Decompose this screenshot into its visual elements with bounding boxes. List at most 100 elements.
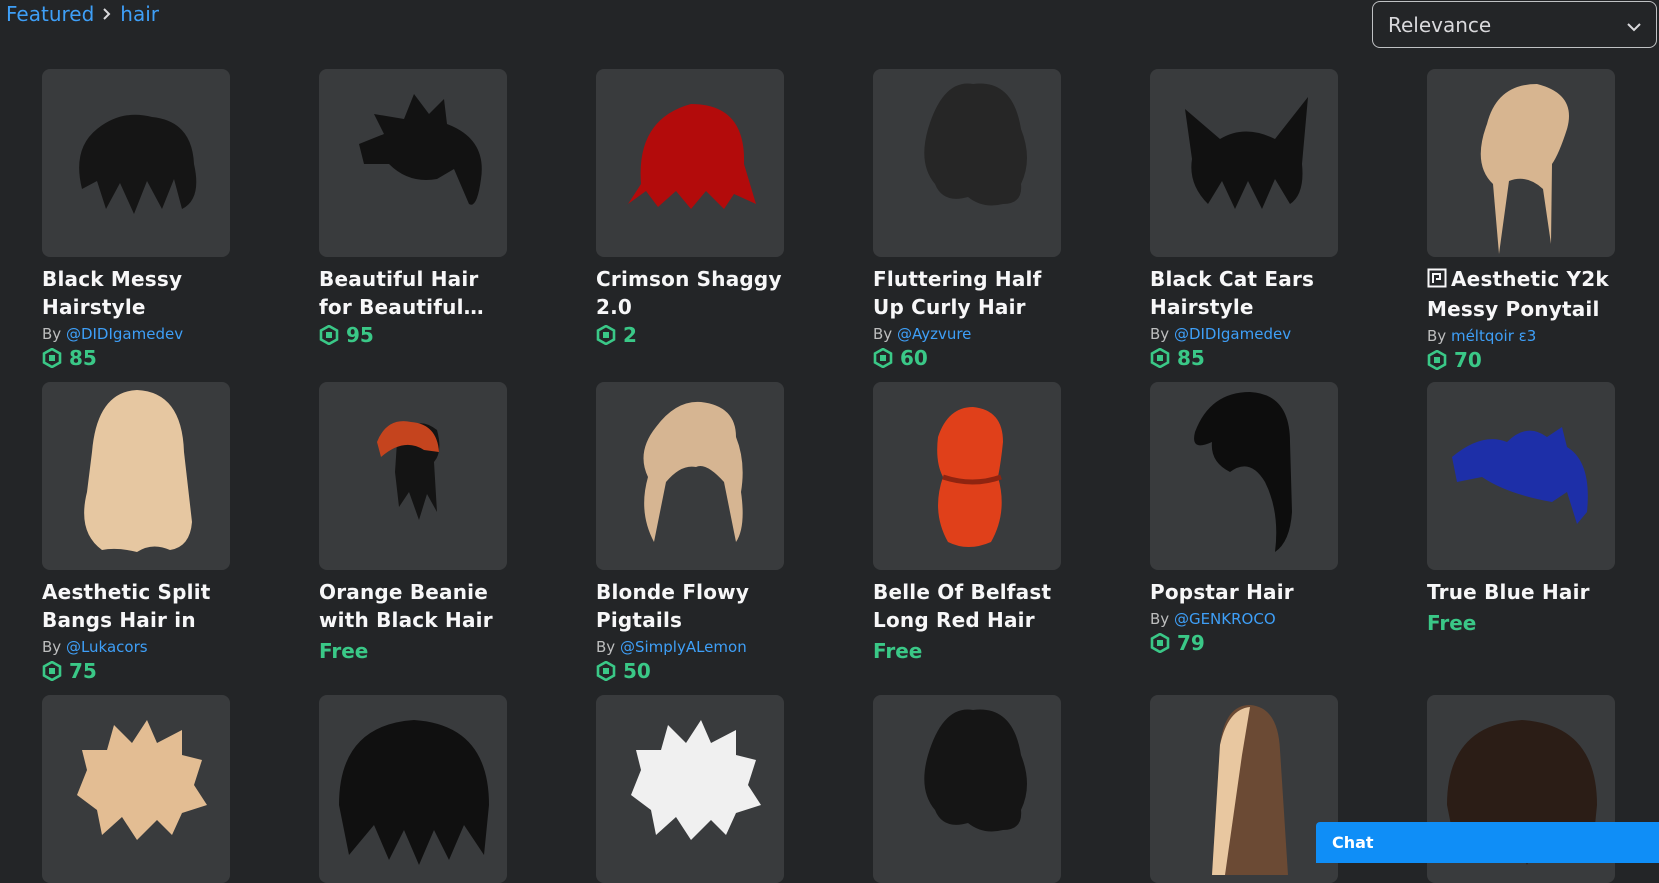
catalog-item-card[interactable]: Aesthetic Y2k Messy Ponytail By méltqoir … — [1427, 69, 1617, 373]
item-name[interactable]: Popstar Hair — [1150, 578, 1340, 606]
item-name[interactable]: Belle Of Belfast Long Red Hair — [873, 578, 1063, 634]
item-name-text: True Blue Hair — [1427, 580, 1590, 604]
item-thumbnail[interactable] — [1150, 69, 1338, 257]
hair-image — [628, 104, 756, 209]
catalog-item-card[interactable] — [1150, 695, 1340, 883]
hair-image — [1212, 705, 1288, 875]
sort-dropdown[interactable]: Relevance — [1372, 1, 1657, 48]
item-name[interactable]: Orange Beanie with Black Hair — [319, 578, 509, 634]
item-thumbnail[interactable] — [873, 695, 1061, 883]
item-price: 50 — [596, 658, 786, 684]
catalog-item-card[interactable]: True Blue Hair Free — [1427, 382, 1617, 636]
catalog-item-card[interactable]: Black Messy Hairstyle By @DIDIgamedev 85 — [42, 69, 232, 371]
hair-image — [924, 83, 1027, 206]
hair-image — [77, 720, 207, 840]
catalog-item-card[interactable] — [319, 695, 509, 883]
item-price: Free — [319, 638, 509, 664]
item-name-text: Belle Of Belfast Long Red Hair — [873, 580, 1052, 632]
price-value: 50 — [623, 659, 651, 683]
item-name-text: Popstar Hair — [1150, 580, 1294, 604]
item-name[interactable]: Blonde Flowy Pigtails — [596, 578, 786, 634]
hair-image — [359, 94, 482, 205]
item-name[interactable]: Fluttering Half Up Curly Hair — [873, 265, 1063, 321]
price-value: 75 — [69, 659, 97, 683]
robux-icon — [596, 325, 616, 345]
creator-link[interactable]: @GENKROCO — [1174, 610, 1276, 628]
hair-image — [643, 401, 743, 542]
catalog-item-card[interactable]: Belle Of Belfast Long Red Hair Free — [873, 382, 1063, 664]
chat-button[interactable]: Chat — [1316, 822, 1659, 863]
item-thumbnail[interactable] — [1427, 69, 1615, 257]
catalog-item-card[interactable]: Aesthetic Split Bangs Hair in By @Lukacor… — [42, 382, 232, 684]
item-name[interactable]: Black Messy Hairstyle — [42, 265, 232, 321]
item-creator: By @SimplyALemon — [596, 637, 786, 657]
breadcrumb-featured-link[interactable]: Featured — [6, 2, 94, 26]
catalog-item-card[interactable]: Beautiful Hair for Beautiful People 95 — [319, 69, 509, 348]
item-name[interactable]: Beautiful Hair for Beautiful People — [319, 265, 509, 321]
item-name-text: Aesthetic Y2k Messy Ponytail — [1427, 267, 1609, 321]
creator-link[interactable]: @Lukacors — [66, 638, 148, 656]
item-creator: By @Ayzvure — [873, 324, 1063, 344]
item-name-text: Black Messy Hairstyle — [42, 267, 183, 319]
catalog-item-card[interactable] — [42, 695, 232, 883]
creator-link[interactable]: @DIDIgamedev — [1174, 325, 1291, 343]
item-name[interactable]: Aesthetic Y2k Messy Ponytail — [1427, 265, 1617, 323]
item-thumbnail[interactable] — [1150, 382, 1338, 570]
item-price: Free — [873, 638, 1063, 664]
hair-image — [1194, 392, 1292, 552]
item-thumbnail[interactable] — [1427, 382, 1615, 570]
chevron-right-icon — [100, 7, 114, 21]
price-value: Free — [319, 639, 369, 663]
item-thumbnail[interactable] — [42, 382, 230, 570]
creator-link[interactable]: @Ayzvure — [897, 325, 971, 343]
item-thumbnail[interactable] — [596, 695, 784, 883]
creator-link[interactable]: @DIDIgamedev — [66, 325, 183, 343]
item-name[interactable]: Aesthetic Split Bangs Hair in — [42, 578, 232, 634]
hair-image — [1452, 427, 1588, 524]
item-name[interactable]: Crimson Shaggy 2.0 — [596, 265, 786, 321]
catalog-item-card[interactable]: Fluttering Half Up Curly Hair By @Ayzvure… — [873, 69, 1063, 371]
item-thumbnail[interactable] — [319, 695, 507, 883]
catalog-item-card[interactable]: Orange Beanie with Black Hair Free — [319, 382, 509, 664]
by-label: By — [42, 325, 62, 343]
item-name[interactable]: True Blue Hair — [1427, 578, 1617, 606]
robux-icon — [319, 325, 339, 345]
catalog-item-card[interactable]: Crimson Shaggy 2.0 2 — [596, 69, 786, 348]
item-thumbnail[interactable] — [596, 382, 784, 570]
creator-link[interactable]: méltqoir ε3 — [1451, 327, 1536, 345]
item-thumbnail[interactable] — [42, 69, 230, 257]
catalog-item-card[interactable]: Popstar Hair By @GENKROCO 79 — [1150, 382, 1340, 656]
item-thumbnail[interactable] — [873, 69, 1061, 257]
hair-image — [79, 114, 197, 214]
hair-image — [84, 390, 192, 552]
catalog-item-card[interactable] — [596, 695, 786, 883]
item-creator: By @DIDIgamedev — [1150, 324, 1340, 344]
price-value: 85 — [69, 346, 97, 370]
catalog-item-card[interactable] — [873, 695, 1063, 883]
hair-image — [1185, 97, 1308, 209]
item-creator: By @DIDIgamedev — [42, 324, 232, 344]
item-thumbnail[interactable] — [319, 382, 507, 570]
breadcrumb-current-link[interactable]: hair — [120, 2, 159, 26]
item-thumbnail[interactable] — [873, 382, 1061, 570]
price-value: 85 — [1177, 346, 1205, 370]
catalog-item-card[interactable]: Blonde Flowy Pigtails By @SimplyALemon 50 — [596, 382, 786, 684]
creator-link[interactable]: @SimplyALemon — [620, 638, 747, 656]
item-thumbnail[interactable] — [42, 695, 230, 883]
item-price: Free — [1427, 610, 1617, 636]
item-thumbnail[interactable] — [1150, 695, 1338, 883]
item-name-text: Orange Beanie with Black Hair — [319, 580, 493, 632]
item-name-text: Blonde Flowy Pigtails — [596, 580, 750, 632]
chevron-down-icon — [1626, 13, 1642, 37]
catalog-item-card[interactable]: Black Cat Ears Hairstyle By @DIDIgamedev 8… — [1150, 69, 1340, 371]
breadcrumb: Featured hair — [6, 0, 159, 28]
item-thumbnail[interactable] — [319, 69, 507, 257]
item-price: 75 — [42, 658, 232, 684]
item-name[interactable]: Black Cat Ears Hairstyle — [1150, 265, 1340, 321]
price-value: Free — [873, 639, 923, 663]
item-price: 2 — [596, 322, 786, 348]
item-name-text: Crimson Shaggy 2.0 — [596, 267, 782, 319]
item-name-text: Beautiful Hair for Beautiful People — [319, 267, 479, 319]
limited-icon — [1427, 267, 1447, 295]
item-thumbnail[interactable] — [596, 69, 784, 257]
